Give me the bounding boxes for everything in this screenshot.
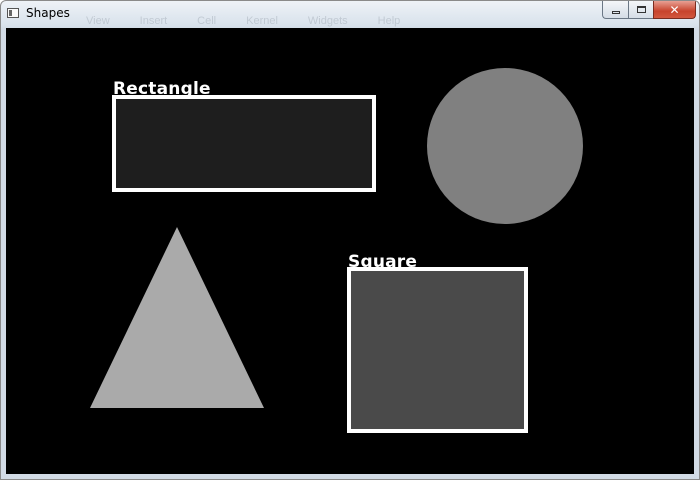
ghost-menu-view: View xyxy=(86,15,110,27)
ghost-menu-insert: Insert xyxy=(139,15,168,27)
minimize-button[interactable] xyxy=(602,1,628,19)
ghost-menu-cell: Cell xyxy=(197,15,217,27)
maximize-button[interactable] xyxy=(628,1,653,19)
maximize-icon xyxy=(636,6,646,13)
background-menu-ghost: View Insert Cell Kernel Widgets Help xyxy=(86,15,430,27)
close-icon: ✕ xyxy=(669,2,680,17)
circle-shape xyxy=(427,68,583,224)
rectangle-label: Rectangle xyxy=(113,79,211,99)
square-label: Square xyxy=(348,252,418,272)
ghost-menu-widgets: Widgets xyxy=(307,15,348,27)
app-icon[interactable] xyxy=(7,8,19,18)
square-shape xyxy=(347,267,528,433)
drawing-canvas: Rectangle Square xyxy=(6,28,694,474)
app-window: Shapes View Insert Cell Kernel Widgets H… xyxy=(0,0,700,480)
window-title: Shapes xyxy=(26,6,70,20)
triangle-shape xyxy=(90,227,264,408)
ghost-menu-help: Help xyxy=(377,15,401,27)
window-controls: ✕ xyxy=(602,1,696,19)
minimize-icon xyxy=(611,10,620,14)
close-button[interactable]: ✕ xyxy=(653,1,696,19)
title-bar[interactable]: Shapes View Insert Cell Kernel Widgets H… xyxy=(1,1,699,28)
ghost-menu-kernel: Kernel xyxy=(246,15,278,27)
rectangle-shape xyxy=(112,95,376,192)
